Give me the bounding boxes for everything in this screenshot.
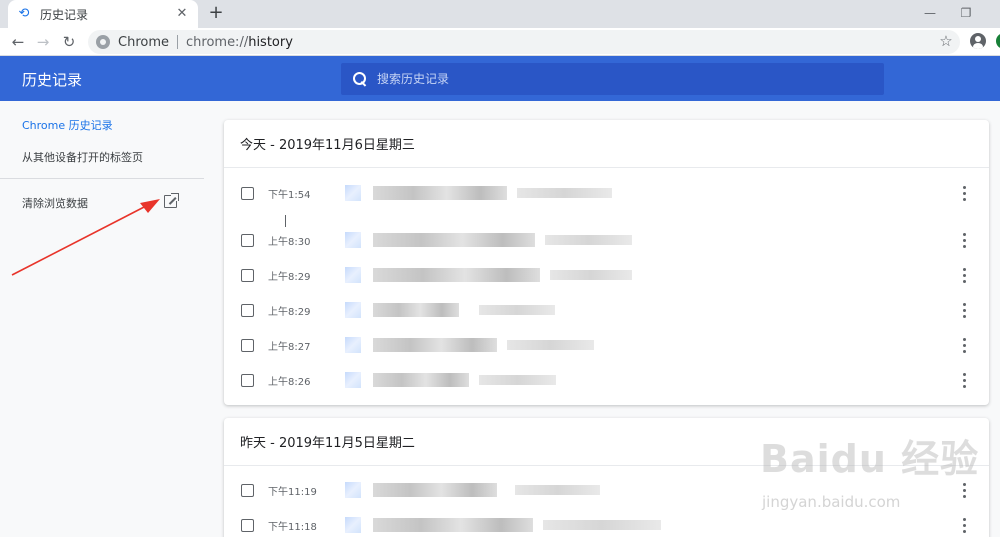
row-title-blurred[interactable]	[373, 268, 540, 282]
row-domain-blurred	[507, 340, 594, 350]
row-domain-blurred	[545, 235, 632, 245]
site-favicon-icon	[345, 267, 361, 283]
site-favicon-icon	[345, 517, 361, 533]
history-row[interactable]: 上午8:29	[224, 297, 989, 323]
row-time: 下午11:19	[268, 487, 317, 498]
baidu-watermark: Baidu 经验	[760, 437, 980, 481]
site-favicon-icon	[345, 337, 361, 353]
address-bar[interactable]: Chrome chrome://history	[88, 30, 960, 54]
more-actions-icon[interactable]	[957, 231, 973, 249]
row-time: 上午8:29	[268, 307, 311, 318]
search-box[interactable]	[341, 63, 884, 95]
row-title-blurred[interactable]	[373, 483, 497, 497]
more-actions-icon[interactable]	[957, 516, 973, 534]
restore-icon[interactable]: ❐	[948, 0, 984, 28]
bookmark-star-icon[interactable]: ☆	[936, 31, 956, 51]
site-favicon-icon	[345, 232, 361, 248]
history-row[interactable]: 下午1:54	[224, 180, 989, 206]
more-actions-icon[interactable]	[957, 371, 973, 389]
site-favicon-icon	[345, 185, 361, 201]
history-header: 历史记录	[0, 56, 1000, 101]
row-checkbox[interactable]	[241, 187, 254, 200]
site-favicon-icon	[345, 482, 361, 498]
close-tab-icon[interactable]: ✕	[174, 6, 190, 22]
row-time: 下午11:18	[268, 522, 317, 533]
row-title-blurred[interactable]	[373, 518, 533, 532]
card-date-title: 今天 - 2019年11月6日星期三	[224, 120, 989, 168]
row-title-blurred[interactable]	[373, 186, 507, 200]
row-time: 下午1:54	[268, 190, 311, 201]
baidu-watermark-url: jingyan.baidu.com	[762, 493, 901, 511]
row-checkbox[interactable]	[241, 519, 254, 532]
history-row[interactable]: 上午8:26	[224, 367, 989, 393]
open-in-new-icon[interactable]	[164, 193, 179, 208]
sidebar-item-chrome-history[interactable]: Chrome 历史记录	[22, 117, 113, 133]
forward-button[interactable]: →	[31, 30, 55, 54]
sidebar-item-other-devices[interactable]: 从其他设备打开的标签页	[22, 149, 143, 165]
address-separator	[177, 35, 178, 49]
url-path: history	[248, 34, 293, 50]
profile-avatar-icon[interactable]	[970, 33, 986, 49]
row-domain-blurred	[550, 270, 632, 280]
tab-title: 历史记录	[40, 7, 89, 22]
history-row[interactable]: 上午8:29	[224, 262, 989, 288]
row-time: 上午8:26	[268, 377, 311, 388]
row-domain-blurred	[479, 375, 556, 385]
search-icon	[353, 72, 367, 86]
history-row[interactable]: 上午8:27	[224, 332, 989, 358]
history-card-today: 今天 - 2019年11月6日星期三 下午1:54 上午8:30 上午8:29 …	[224, 120, 989, 405]
row-domain-blurred	[479, 305, 555, 315]
row-time: 上午8:27	[268, 342, 311, 353]
row-checkbox[interactable]	[241, 339, 254, 352]
tab-strip: ⟲ 历史记录 ✕ + — ❐	[0, 0, 1000, 28]
sidebar-divider	[0, 178, 204, 179]
row-title-blurred[interactable]	[373, 233, 535, 247]
site-label: Chrome	[118, 34, 169, 50]
row-title-blurred[interactable]	[373, 338, 497, 352]
browser-toolbar: ← → ↻ Chrome chrome://history ☆	[0, 28, 1000, 56]
back-button[interactable]: ←	[6, 30, 30, 54]
more-actions-icon[interactable]	[957, 336, 973, 354]
page-title: 历史记录	[22, 71, 83, 89]
sidebar: Chrome 历史记录 从其他设备打开的标签页 清除浏览数据	[0, 101, 204, 537]
tab-history[interactable]: ⟲ 历史记录 ✕	[8, 0, 198, 28]
reload-button[interactable]: ↻	[57, 30, 81, 54]
row-checkbox[interactable]	[241, 374, 254, 387]
url-text: chrome://history	[186, 35, 293, 50]
more-actions-icon[interactable]	[957, 184, 973, 202]
history-icon: ⟲	[18, 6, 30, 21]
row-domain-blurred	[543, 520, 661, 530]
row-domain-blurred	[517, 188, 612, 198]
row-checkbox[interactable]	[241, 269, 254, 282]
more-actions-icon[interactable]	[957, 301, 973, 319]
minimize-icon[interactable]: —	[912, 0, 948, 28]
row-checkbox[interactable]	[241, 234, 254, 247]
row-title-blurred[interactable]	[373, 373, 469, 387]
extension-icon[interactable]	[996, 33, 1000, 49]
more-actions-icon[interactable]	[957, 481, 973, 499]
url-scheme: chrome://	[186, 34, 249, 50]
row-domain-blurred	[515, 485, 600, 495]
text-cursor	[285, 215, 286, 227]
history-row[interactable]: 下午11:18	[224, 512, 989, 537]
more-actions-icon[interactable]	[957, 266, 973, 284]
site-favicon-icon	[345, 372, 361, 388]
history-row[interactable]: 上午8:30	[224, 227, 989, 253]
row-checkbox[interactable]	[241, 484, 254, 497]
sidebar-item-clear-browsing-data[interactable]: 清除浏览数据	[22, 195, 88, 211]
row-title-blurred[interactable]	[373, 303, 459, 317]
row-time: 上午8:29	[268, 272, 311, 283]
row-checkbox[interactable]	[241, 304, 254, 317]
row-time: 上午8:30	[268, 237, 311, 248]
site-favicon-icon	[345, 302, 361, 318]
chrome-page-icon	[96, 35, 110, 49]
search-input[interactable]	[377, 72, 884, 86]
new-tab-button[interactable]: +	[205, 2, 227, 24]
